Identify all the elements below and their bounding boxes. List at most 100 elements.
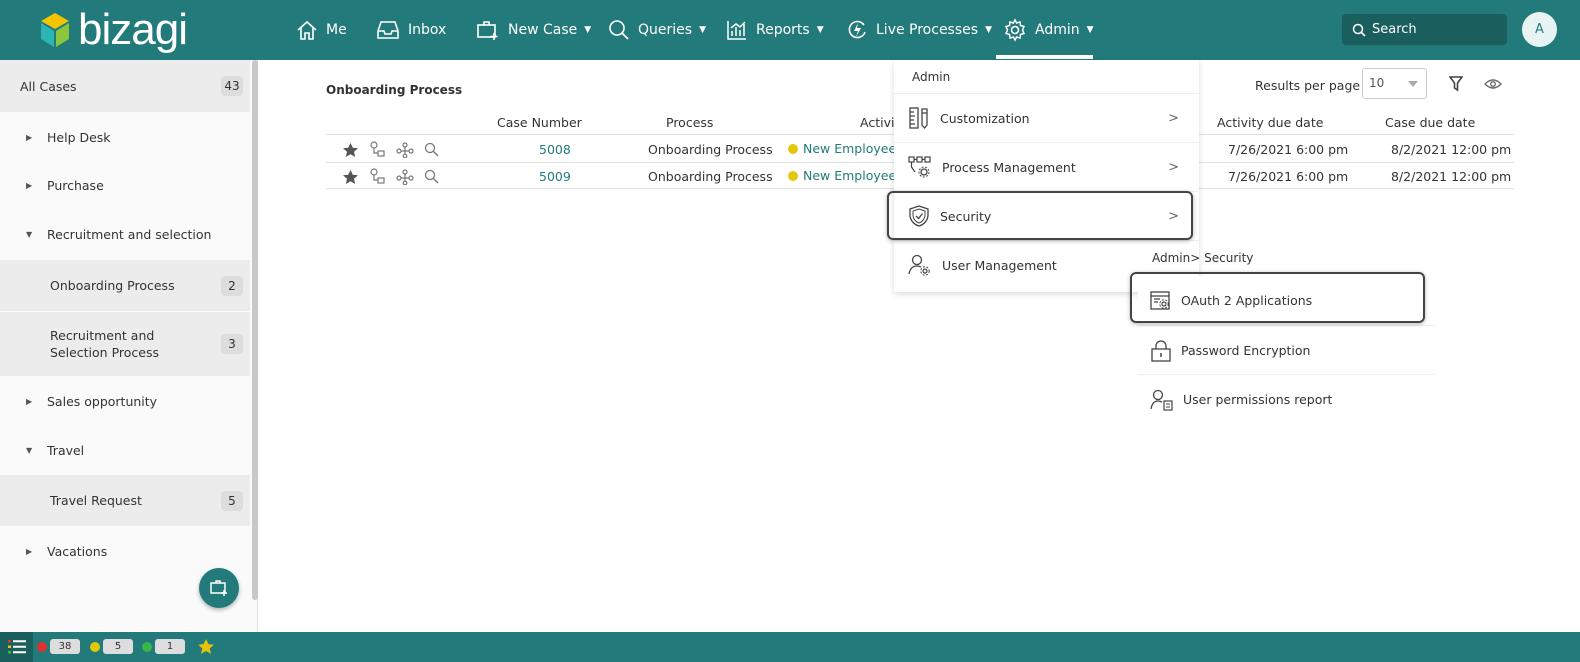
menu-item-process-management[interactable]: Process Management >	[894, 142, 1199, 191]
oauth-highlight-frame	[1130, 272, 1425, 323]
caret-right-icon: ▶	[26, 396, 33, 406]
nav-reports[interactable]: Reports ▼	[726, 0, 824, 60]
star-icon[interactable]	[197, 638, 215, 655]
new-case-fab-button[interactable]	[199, 568, 239, 608]
menu-item-user-permissions-report[interactable]: User permissions report	[1138, 375, 1436, 424]
column-header-process[interactable]: Process	[666, 115, 713, 130]
nav-live-processes-label: Live Processes	[876, 22, 979, 38]
list-menu-button[interactable]	[0, 632, 33, 662]
nav-reports-label: Reports	[756, 22, 810, 38]
page-title: Onboarding Process	[326, 83, 463, 97]
activity-link[interactable]: New Employee Ir	[788, 141, 909, 156]
column-header-case-due-date[interactable]: Case due date	[1385, 115, 1475, 130]
inbox-icon	[377, 21, 399, 39]
sidebar-item-recruitment-and-selection[interactable]: ▼ Recruitment and selection	[0, 210, 250, 258]
nav-live-processes[interactable]: Live Processes ▼	[846, 0, 992, 60]
status-yellow-dot	[788, 171, 798, 181]
count-badge: 3	[221, 334, 243, 354]
sidebar-scrollbar[interactable]	[252, 60, 258, 600]
count-badge: 2	[221, 275, 243, 296]
column-header-activity-due-date[interactable]: Activity due date	[1217, 115, 1323, 130]
column-header-case-number[interactable]: Case Number	[497, 115, 582, 130]
nav-inbox-label: Inbox	[408, 22, 447, 38]
menu-item-label: User permissions report	[1183, 392, 1333, 407]
process-map-icon[interactable]	[396, 168, 414, 185]
chevron-down-icon: ▼	[699, 25, 706, 35]
nav-admin-label: Admin	[1035, 22, 1080, 38]
sidebar-item-label: Purchase	[47, 177, 104, 193]
nav-admin[interactable]: Admin ▼	[1003, 0, 1094, 60]
case-number-link[interactable]: 5008	[539, 142, 571, 157]
workflow-icon[interactable]	[369, 141, 386, 158]
magnifier-icon[interactable]	[424, 169, 439, 184]
chevron-down-icon	[1408, 81, 1418, 87]
sidebar-item-travel-request[interactable]: Travel Request 5	[0, 475, 250, 526]
menu-item-customization[interactable]: Customization >	[894, 93, 1199, 142]
overdue-count[interactable]: 38	[37, 639, 80, 654]
sidebar-item-purchase[interactable]: ▶ Purchase	[0, 161, 250, 209]
caret-right-icon: ▶	[26, 132, 33, 142]
sidebar-item-sales-opportunity[interactable]: ▶ Sales opportunity	[0, 377, 250, 425]
nav-new-case-label: New Case	[508, 22, 578, 38]
chevron-down-icon: ▼	[1086, 25, 1094, 35]
search-placeholder: Search	[1372, 22, 1417, 37]
search-input[interactable]: Search	[1342, 14, 1507, 45]
chevron-right-icon: >	[1168, 159, 1179, 175]
bizagi-logo[interactable]: bizagi	[38, 5, 188, 54]
list-icon	[7, 640, 26, 654]
nav-inbox[interactable]: Inbox	[376, 0, 446, 60]
nav-me[interactable]: Me	[296, 0, 347, 60]
nav-new-case[interactable]: New Case ▼	[476, 0, 591, 60]
sidebar-item-label: Onboarding Process	[50, 278, 175, 293]
activity-due-cell: 7/26/2021 6:00 pm	[1228, 169, 1349, 184]
user-gear-icon	[908, 254, 930, 276]
process-map-icon[interactable]	[396, 141, 414, 158]
activity-link[interactable]: New Employee Ir	[788, 168, 909, 183]
workflow-icon[interactable]	[369, 168, 386, 185]
sidebar-item-recruitment-and-selection-process[interactable]: Recruitment and Selection Process 3	[0, 312, 250, 376]
security-submenu-breadcrumb: Admin> Security	[1152, 251, 1254, 265]
overdue-count-value: 38	[50, 639, 80, 654]
star-icon[interactable]	[342, 142, 359, 158]
menu-item-label: Process Management	[942, 159, 1076, 175]
chevron-right-icon: >	[1168, 110, 1179, 126]
sidebar-item-label: Recruitment and Selection Process	[50, 328, 159, 360]
caret-down-icon: ▼	[26, 445, 33, 455]
security-highlight-frame	[887, 191, 1193, 240]
count-badge: 43	[221, 76, 243, 96]
due-soon-count[interactable]: 5	[90, 639, 133, 654]
nav-queries-label: Queries	[638, 22, 693, 38]
star-icon[interactable]	[342, 169, 359, 185]
magnifier-icon[interactable]	[424, 142, 439, 157]
admin-menu-header: Admin	[912, 70, 951, 84]
menu-item-label: Password Encryption	[1181, 343, 1311, 358]
sidebar-item-help-desk[interactable]: ▶ Help Desk	[0, 113, 250, 161]
results-per-page-label: Results per page	[1255, 78, 1361, 93]
menu-item-password-encryption[interactable]: Password Encryption	[1138, 326, 1436, 375]
bottom-status-bar: 38 5 1	[0, 632, 1580, 662]
chevron-down-icon: ▼	[816, 25, 824, 35]
results-per-page-select[interactable]: 10	[1362, 68, 1427, 99]
lock-icon	[1151, 339, 1171, 362]
filter-icon[interactable]	[1449, 76, 1463, 92]
search-icon	[1352, 23, 1366, 37]
user-avatar[interactable]: A	[1522, 12, 1557, 47]
on-time-count[interactable]: 1	[142, 639, 185, 654]
sidebar-item-onboarding-process[interactable]: Onboarding Process 2	[0, 260, 250, 311]
process-cell: Onboarding Process	[648, 169, 773, 184]
sidebar-item-travel[interactable]: ▼ Travel	[0, 426, 250, 474]
case-number-link[interactable]: 5009	[539, 169, 571, 184]
case-due-cell: 8/2/2021 12:00 pm	[1391, 142, 1512, 157]
sidebar-item-label: Travel	[47, 442, 85, 458]
sidebar-item-label: Vacations	[47, 543, 108, 559]
sidebar-item-label: Travel Request	[50, 493, 142, 508]
eye-icon[interactable]	[1484, 78, 1502, 90]
sidebar-item-label: Sales opportunity	[47, 393, 158, 409]
sidebar-item-all-cases[interactable]: All Cases 43	[0, 60, 250, 112]
brand-name: bizagi	[78, 5, 188, 54]
due-soon-count-value: 5	[103, 639, 133, 654]
live-process-icon	[848, 20, 866, 39]
nav-queries[interactable]: Queries ▼	[608, 0, 706, 60]
ruler-pencil-icon	[909, 107, 928, 130]
home-icon	[297, 20, 317, 40]
